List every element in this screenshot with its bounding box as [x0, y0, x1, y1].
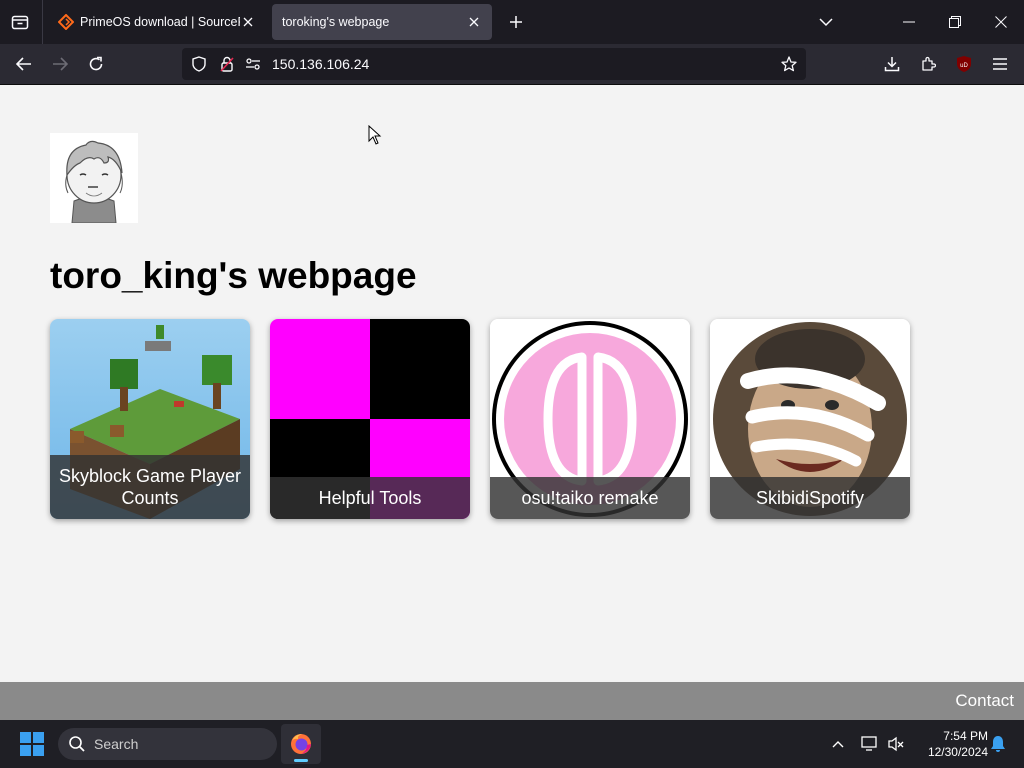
url-bar[interactable]: 150.136.106.24	[182, 48, 806, 80]
card-skibidi-spotify[interactable]: SkibidiSpotify	[710, 319, 910, 519]
tab-list-icon[interactable]	[8, 10, 32, 34]
card-label: SkibidiSpotify	[710, 477, 910, 519]
plus-icon[interactable]	[504, 10, 528, 34]
svg-text:uD: uD	[960, 63, 968, 69]
tab-separator	[42, 0, 43, 44]
taskbar-search[interactable]: Search	[58, 728, 277, 760]
card-label: osu!taiko remake	[490, 477, 690, 519]
active-app-indicator	[294, 759, 308, 762]
mouse-cursor-icon	[368, 124, 382, 150]
card-helpful-tools[interactable]: Helpful Tools	[270, 319, 470, 519]
contact-link[interactable]: Contact	[955, 691, 1014, 711]
url-text[interactable]: 150.136.106.24	[272, 56, 369, 72]
card-label: Helpful Tools	[270, 477, 470, 519]
taskbar-firefox[interactable]	[281, 724, 321, 764]
tab-sourceforge[interactable]: PrimeOS download | SourceForge.net	[48, 4, 266, 40]
close-icon[interactable]	[466, 14, 482, 30]
bell-icon[interactable]	[986, 732, 1010, 756]
card-skyblock[interactable]: Skyblock Game Player Counts	[50, 319, 250, 519]
restore-icon[interactable]	[932, 0, 978, 44]
firefox-icon	[291, 734, 311, 754]
tab-title: toroking's webpage	[282, 15, 390, 29]
sourceforge-icon	[57, 13, 75, 31]
clock-time: 7:54 PM	[943, 729, 988, 743]
page-footer: Contact	[0, 682, 1024, 720]
ublock-icon[interactable]: uD	[950, 50, 978, 78]
clock-date: 12/30/2024	[927, 745, 988, 759]
tab-toroking[interactable]: toroking's webpage	[272, 4, 492, 40]
back-icon[interactable]	[10, 50, 38, 78]
close-window-icon[interactable]	[978, 0, 1024, 44]
avatar	[50, 133, 138, 224]
shield-icon[interactable]	[190, 55, 208, 73]
download-icon[interactable]	[878, 50, 906, 78]
card-label: Skyblock Game Player Counts	[50, 455, 250, 519]
card-osu-taiko[interactable]: osu!taiko remake	[490, 319, 690, 519]
tab-title: PrimeOS download | SourceForge.net	[80, 15, 240, 29]
chevron-down-icon[interactable]	[814, 10, 838, 34]
taskbar-clock[interactable]: 7:54 PM 12/30/2024	[912, 728, 988, 760]
windows-start-icon[interactable]	[20, 732, 44, 756]
menu-icon[interactable]	[986, 50, 1014, 78]
volume-mute-icon[interactable]	[884, 732, 908, 756]
permissions-icon[interactable]	[244, 55, 262, 73]
network-icon[interactable]	[858, 732, 882, 756]
lock-icon[interactable]	[218, 55, 236, 73]
page-title: toro_king's webpage	[50, 255, 417, 296]
browser-tab-bar: PrimeOS download | SourceForge.net torok…	[0, 0, 1024, 44]
forward-icon[interactable]	[46, 50, 74, 78]
chevron-up-icon[interactable]	[826, 732, 850, 756]
search-icon	[68, 735, 86, 758]
webpage: toro_king's webpage Skyblock Game Player	[0, 85, 1024, 682]
close-icon[interactable]	[240, 14, 256, 30]
bookmark-star-icon[interactable]	[780, 55, 798, 73]
browser-nav-bar: 150.136.106.24 uD	[0, 44, 1024, 85]
extensions-icon[interactable]	[914, 50, 942, 78]
minimize-icon[interactable]	[886, 0, 932, 44]
reload-icon[interactable]	[82, 50, 110, 78]
taskbar: Search 7:54 PM 12/30/2024	[0, 720, 1024, 768]
search-placeholder: Search	[94, 736, 139, 752]
